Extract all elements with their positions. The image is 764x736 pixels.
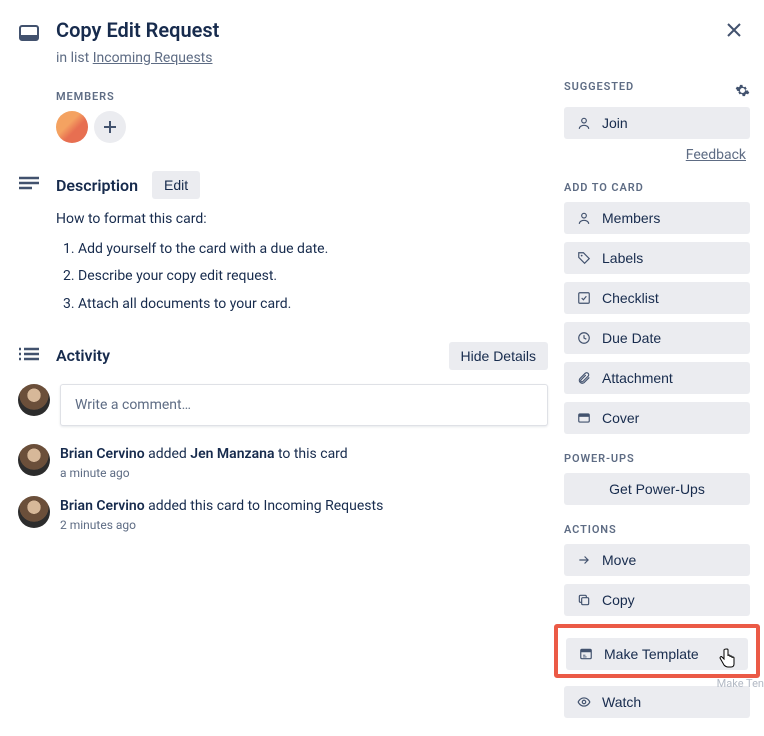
activity-time[interactable]: a minute ago <box>60 466 348 480</box>
arrow-right-icon <box>576 553 592 567</box>
activity-avatar[interactable] <box>18 496 50 528</box>
members-button[interactable]: Members <box>564 202 750 234</box>
members-label: MEMBERS <box>56 90 548 103</box>
due-date-button[interactable]: Due Date <box>564 322 750 354</box>
eye-icon <box>576 695 592 709</box>
clock-icon <box>576 331 592 345</box>
activity-entry: Brian Cervino added Jen Manzana to this … <box>60 444 348 480</box>
copy-button[interactable]: Copy <box>564 584 750 616</box>
activity-heading: Activity <box>56 346 110 365</box>
add-to-card-label: ADD TO CARD <box>564 181 750 194</box>
user-icon <box>576 211 592 225</box>
list-context: in list Incoming Requests <box>56 50 548 66</box>
suggested-label: SUGGESTED <box>564 80 634 93</box>
add-member-button[interactable] <box>94 111 126 143</box>
actions-label: ACTIONS <box>564 523 750 536</box>
move-button[interactable]: Move <box>564 544 750 576</box>
plus-icon <box>103 120 117 134</box>
card-title[interactable]: Copy Edit Request <box>56 18 219 42</box>
member-avatar[interactable] <box>56 111 88 143</box>
activity-time[interactable]: 2 minutes ago <box>60 518 383 532</box>
attachment-icon <box>576 371 592 385</box>
attachment-button[interactable]: Attachment <box>564 362 750 394</box>
close-icon <box>726 22 742 38</box>
powerups-label: POWER-UPS <box>564 452 750 465</box>
copy-icon <box>576 593 592 607</box>
activity-entry: Brian Cervino added this card to Incomin… <box>60 496 383 532</box>
get-powerups-button[interactable]: Get Power-Ups <box>564 473 750 505</box>
activity-avatar[interactable] <box>18 444 50 476</box>
suggested-settings-button[interactable] <box>735 83 750 98</box>
activity-icon <box>18 347 42 365</box>
close-button[interactable] <box>720 16 748 44</box>
gear-icon <box>735 83 750 98</box>
checklist-button[interactable]: Checklist <box>564 282 750 314</box>
check-icon <box>576 291 592 305</box>
cover-button[interactable]: Cover <box>564 402 750 434</box>
join-button[interactable]: Join <box>564 107 750 139</box>
make-template-button[interactable]: Make Template <box>566 638 748 670</box>
edit-description-button[interactable]: Edit <box>152 171 200 199</box>
make-template-highlight: Make Template <box>554 624 760 678</box>
template-icon <box>578 647 594 661</box>
desc-step: Attach all documents to your card. <box>78 294 548 316</box>
cover-icon <box>576 411 592 425</box>
desc-step: Add yourself to the card with a due date… <box>78 239 548 261</box>
description-heading: Description <box>56 176 138 195</box>
desc-step: Describe your copy edit request. <box>78 266 548 288</box>
user-icon <box>576 116 592 130</box>
comment-input[interactable]: Write a comment… <box>60 384 548 426</box>
description-icon <box>18 176 42 194</box>
tag-icon <box>576 251 592 265</box>
watch-button[interactable]: Watch <box>564 686 750 718</box>
labels-button[interactable]: Labels <box>564 242 750 274</box>
list-link[interactable]: Incoming Requests <box>93 50 213 66</box>
hide-details-button[interactable]: Hide Details <box>449 342 548 370</box>
description-content[interactable]: How to format this card: Add yourself to… <box>56 209 548 316</box>
feedback-link[interactable]: Feedback <box>564 147 750 163</box>
card-icon <box>18 22 42 44</box>
current-user-avatar <box>18 384 50 416</box>
